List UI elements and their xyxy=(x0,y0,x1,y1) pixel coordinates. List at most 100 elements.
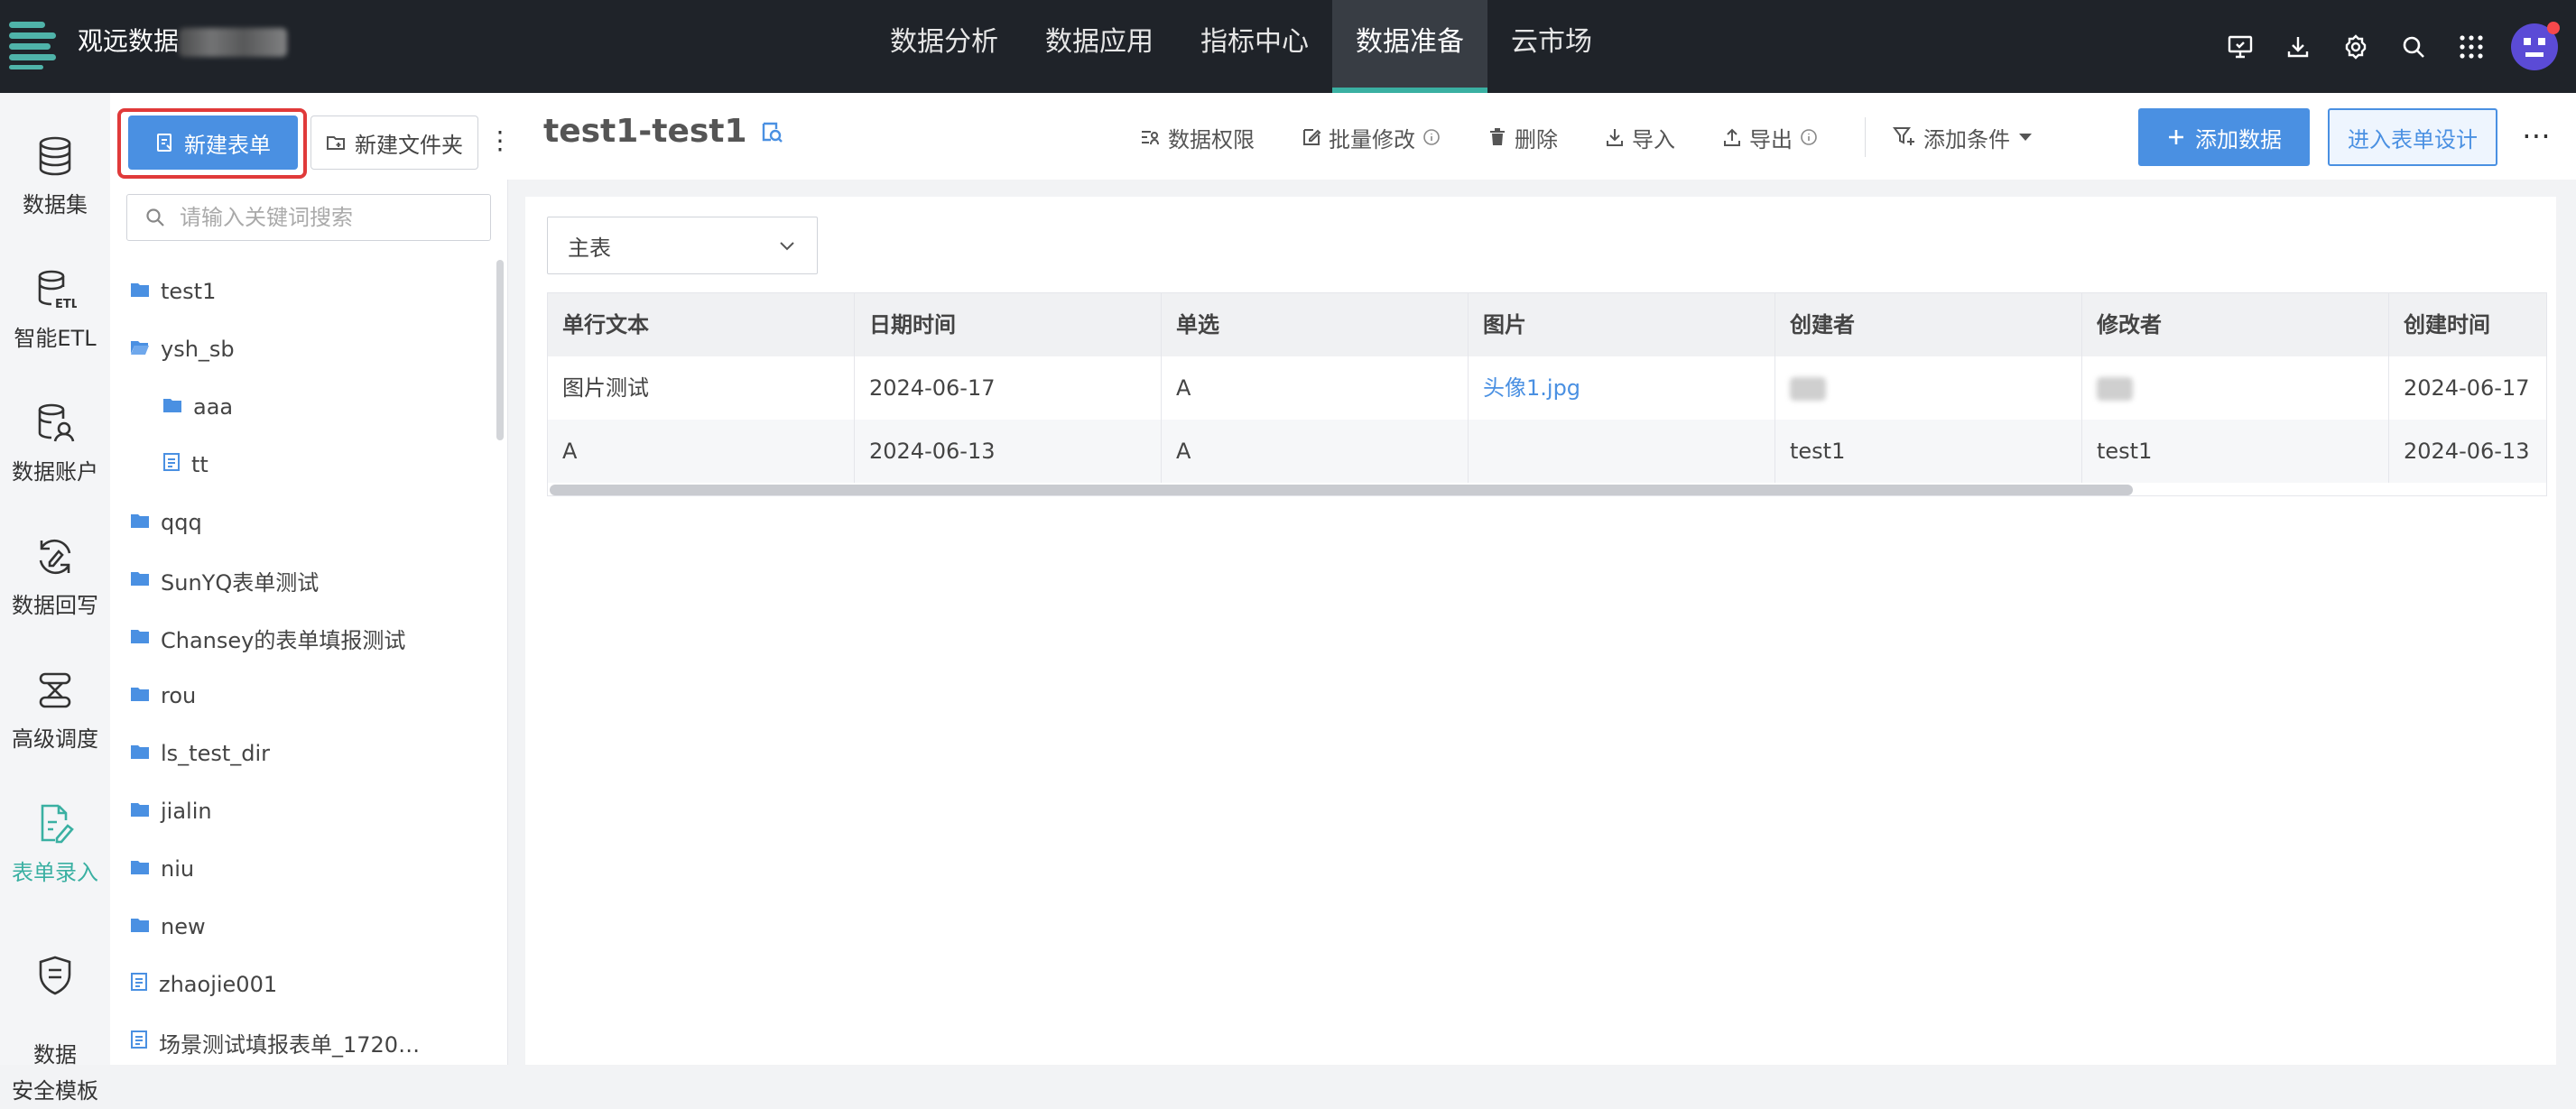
table-cell: A xyxy=(1162,420,1469,483)
new-form-button[interactable]: 新建表单 xyxy=(128,116,298,170)
tree-item[interactable]: zhaojie001 xyxy=(110,956,498,1013)
tree-item[interactable]: aaa xyxy=(110,378,498,436)
import-icon xyxy=(1607,129,1623,146)
preview-search-icon[interactable] xyxy=(760,120,783,143)
tree-item[interactable]: test1 xyxy=(110,263,498,320)
tree-item-label: 场景测试填报表单_1720… xyxy=(159,1031,421,1058)
column-header[interactable]: 修改者 xyxy=(2082,293,2389,356)
nav-data-apps[interactable]: 数据应用 xyxy=(1022,0,1177,93)
column-header[interactable]: 图片 xyxy=(1469,293,1775,356)
export-button[interactable]: 导出 xyxy=(1722,122,1818,153)
column-header[interactable]: 日期时间 xyxy=(855,293,1162,356)
table-select[interactable]: 主表 xyxy=(547,217,818,274)
rail-form-entry[interactable]: 表单录入 xyxy=(0,802,110,886)
tree-item[interactable]: SunYQ表单测试 xyxy=(110,551,498,609)
folder-icon xyxy=(130,799,150,824)
tree-item-label: tt xyxy=(191,452,208,477)
table-cell: 2024-06-13 xyxy=(855,420,1162,483)
filter-add-icon xyxy=(1893,127,1914,145)
folder-icon xyxy=(130,510,150,535)
data-permission-button[interactable]: 数据权限 xyxy=(1139,122,1255,153)
folder-icon xyxy=(130,625,150,651)
table-row[interactable]: 图片测试 2024-06-17 A 头像1.jpg 2024-06-17 xyxy=(548,356,2546,420)
folder-icon xyxy=(130,914,150,939)
data-table: 单行文本 日期时间 单选 图片 创建者 修改者 创建时间 图片测试 2024-06-17 A 头像… xyxy=(547,292,2547,496)
sidebar-search xyxy=(126,194,491,241)
tree-item[interactable]: ls_test_dir xyxy=(110,725,498,782)
settings-gear-icon[interactable] xyxy=(2327,20,2385,74)
add-data-button[interactable]: 添加数据 xyxy=(2138,108,2310,166)
table-cell: A xyxy=(1162,356,1469,420)
column-header[interactable]: 创建者 xyxy=(1775,293,2082,356)
table-cell xyxy=(1775,356,2082,420)
writeback-icon xyxy=(39,539,71,575)
tree-item[interactable]: rou xyxy=(110,667,498,725)
import-button[interactable]: 导入 xyxy=(1605,122,1675,153)
apps-grid-icon[interactable] xyxy=(2442,20,2500,74)
etl-icon: ETL xyxy=(38,270,77,311)
table-cell: test1 xyxy=(1775,420,2082,483)
shield-doc-icon xyxy=(39,956,71,995)
tree-item[interactable]: qqq xyxy=(110,494,498,551)
form-icon xyxy=(130,1030,148,1055)
nav-cloud-market[interactable]: 云市场 xyxy=(1487,0,1616,93)
plus-icon xyxy=(2169,130,2183,144)
table-horizontal-scrollbar[interactable] xyxy=(550,485,2133,495)
nav-data-prep[interactable]: 数据准备 xyxy=(1332,0,1487,93)
menu-logo-icon[interactable] xyxy=(9,18,56,69)
download-icon[interactable] xyxy=(2269,20,2327,74)
page-title: test1-test1 xyxy=(543,113,783,150)
new-folder-button[interactable]: 新建文件夹 xyxy=(310,116,478,170)
batch-edit-button[interactable]: 批量修改 xyxy=(1302,122,1441,153)
info-icon[interactable] xyxy=(1422,128,1441,146)
form-entry-icon xyxy=(41,804,74,844)
search-icon[interactable] xyxy=(2385,20,2442,74)
rail-writeback[interactable]: 数据回写 xyxy=(0,535,110,619)
redacted-user xyxy=(1790,377,1826,401)
table-row[interactable]: A 2024-06-13 Atest1 test1 2024-06-13 xyxy=(548,420,2546,483)
enter-form-design-button[interactable]: 进入表单设计 xyxy=(2328,108,2497,166)
tree-item[interactable]: tt xyxy=(110,436,498,494)
delete-button[interactable]: 删除 xyxy=(1487,122,1558,153)
rail-schedule[interactable]: 高级调度 xyxy=(0,669,110,753)
tree-item[interactable]: jialin xyxy=(110,782,498,840)
column-header[interactable]: 创建时间 xyxy=(2389,293,2546,356)
tree-item[interactable]: niu xyxy=(110,840,498,898)
data-account-icon xyxy=(38,403,75,442)
tree-item[interactable]: Chansey的表单填报测试 xyxy=(110,609,498,667)
search-icon xyxy=(146,208,164,226)
info-icon[interactable] xyxy=(1800,128,1818,146)
tree-item-label: jialin xyxy=(161,799,212,824)
column-header[interactable]: 单行文本 xyxy=(548,293,855,356)
monitor-icon[interactable] xyxy=(2211,20,2269,74)
nav-metrics-center[interactable]: 指标中心 xyxy=(1177,0,1332,93)
database-icon xyxy=(39,136,71,176)
toolbar-divider xyxy=(1865,117,1866,157)
tree-item[interactable]: new xyxy=(110,898,498,956)
search-input[interactable] xyxy=(178,204,479,231)
tree-item[interactable]: ysh_sb xyxy=(110,320,498,378)
folder-icon xyxy=(130,856,150,882)
rail-security-template[interactable]: 数据 安全模板 xyxy=(0,918,110,1109)
image-link[interactable]: 头像1.jpg xyxy=(1469,356,1775,420)
notification-dot xyxy=(2547,22,2560,34)
tree-item-label: ysh_sb xyxy=(161,337,235,362)
tree-item-label: Chansey的表单填报测试 xyxy=(161,627,406,653)
rail-etl[interactable]: ETL 智能ETL xyxy=(0,268,110,352)
tree-item-label: aaa xyxy=(193,394,234,420)
user-avatar[interactable] xyxy=(2511,22,2560,70)
nav-data-analysis[interactable]: 数据分析 xyxy=(866,0,1022,93)
form-icon xyxy=(162,452,181,477)
folder-icon xyxy=(130,279,150,304)
export-icon xyxy=(1724,128,1740,146)
folder-icon xyxy=(130,741,150,766)
rail-data-account[interactable]: 数据账户 xyxy=(0,402,110,485)
tree-item-label: test1 xyxy=(161,279,217,304)
rail-dataset[interactable]: 数据集 xyxy=(0,134,110,218)
column-header[interactable]: 单选 xyxy=(1162,293,1469,356)
add-condition-button[interactable]: 添加条件 xyxy=(1893,122,2034,153)
tree-item[interactable]: 场景测试填报表单_1720… xyxy=(110,1013,498,1071)
form-icon xyxy=(157,134,171,152)
more-horizontal-icon[interactable]: ⋯ xyxy=(2522,118,2553,152)
folder-icon xyxy=(162,394,182,420)
